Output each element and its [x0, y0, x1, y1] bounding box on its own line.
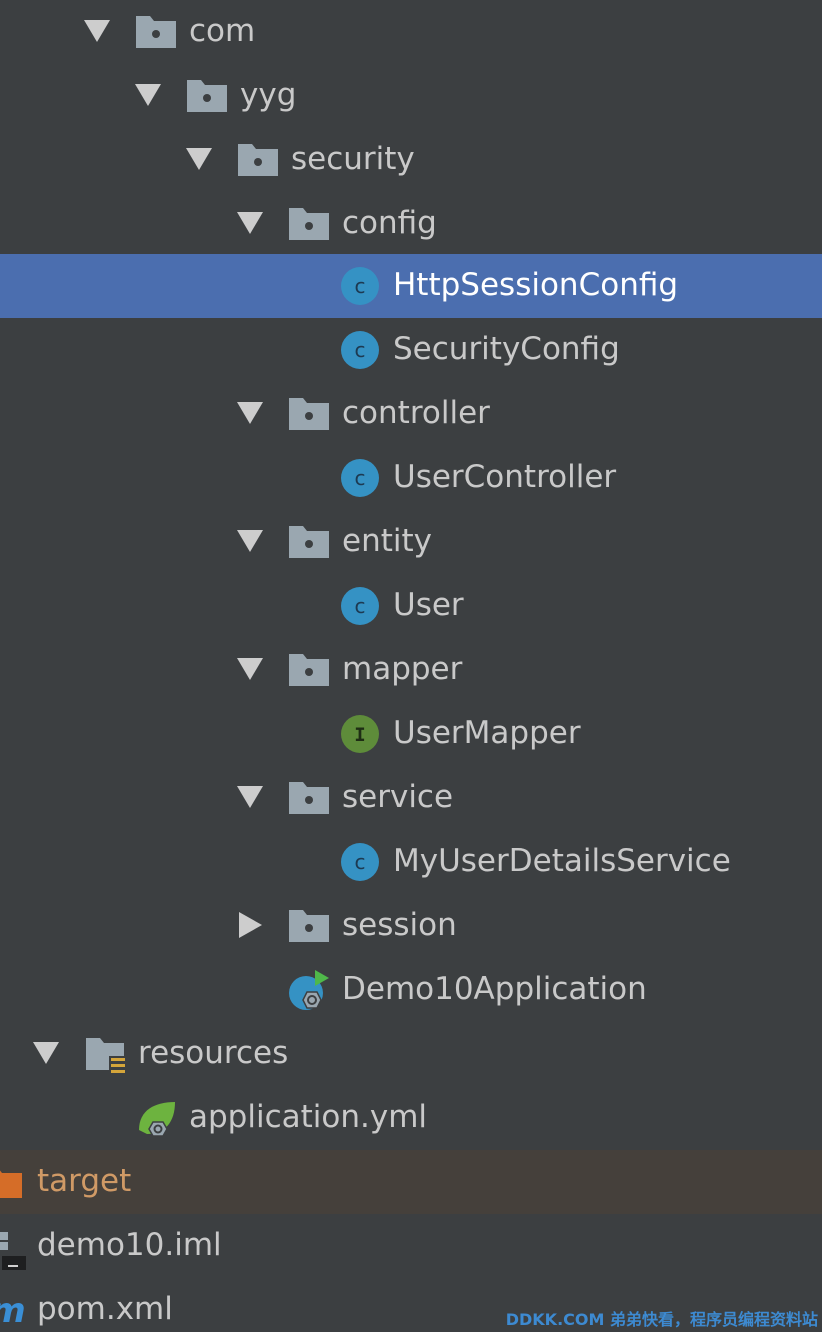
expand-arrow-icon[interactable] [135, 84, 161, 106]
expand-arrow-icon[interactable] [237, 786, 263, 808]
tree-node-demo10-iml[interactable]: demo10.iml [0, 1214, 822, 1278]
spring-boot-application-icon [287, 966, 331, 1014]
expand-arrow-icon[interactable] [237, 212, 263, 234]
tree-node-myuserdetailsservice[interactable]: c MyUserDetailsService [0, 830, 822, 894]
expand-arrow-icon[interactable] [237, 658, 263, 680]
tree-node-label: session [342, 907, 457, 943]
tree-node-label: pom.xml [37, 1291, 173, 1327]
tree-node-label: UserMapper [393, 715, 581, 751]
project-tree: com yyg security config c HttpSessionCon… [0, 0, 822, 1332]
tree-node-mapper[interactable]: mapper [0, 638, 822, 702]
tree-node-security[interactable]: security [0, 128, 822, 192]
expand-arrow-icon[interactable] [33, 1042, 59, 1064]
package-folder-icon [287, 650, 331, 690]
tree-node-securityconfig[interactable]: c SecurityConfig [0, 318, 822, 382]
expand-arrow-icon[interactable] [237, 402, 263, 424]
tree-node-httpsessionconfig[interactable]: c HttpSessionConfig [0, 254, 822, 318]
tree-node-usercontroller[interactable]: c UserController [0, 446, 822, 510]
spring-yml-icon [135, 1094, 179, 1142]
tree-node-resources[interactable]: resources [0, 1022, 822, 1086]
package-folder-icon [287, 906, 331, 946]
tree-node-target[interactable]: target [0, 1150, 822, 1214]
svg-text:c: c [355, 594, 366, 618]
tree-node-label: entity [342, 523, 432, 559]
svg-text:I: I [354, 724, 365, 746]
expand-arrow-icon[interactable] [237, 530, 263, 552]
package-folder-icon [287, 778, 331, 818]
tree-node-label: UserController [393, 459, 617, 495]
tree-node-label: controller [342, 395, 490, 431]
package-folder-icon [236, 140, 280, 180]
tree-node-label: MyUserDetailsService [393, 843, 731, 879]
tree-node-label: application.yml [189, 1099, 428, 1135]
tree-node-application-yml[interactable]: application.yml [0, 1086, 822, 1150]
tree-node-com[interactable]: com [0, 0, 822, 64]
tree-node-label: security [291, 141, 415, 177]
tree-node-service[interactable]: service [0, 766, 822, 830]
package-folder-icon [287, 394, 331, 434]
maven-m-icon: m [0, 1290, 32, 1331]
class-c-icon: c [339, 842, 383, 882]
tree-node-entity[interactable]: entity [0, 510, 822, 574]
class-c-icon: c [339, 458, 383, 498]
watermark-text: DDKK.COM 弟弟快看，程序员编程资料站 [505, 1310, 818, 1329]
tree-node-usermapper[interactable]: I UserMapper [0, 702, 822, 766]
tree-node-session[interactable]: session [0, 894, 822, 958]
collapse-arrow-icon[interactable] [239, 912, 262, 938]
class-c-icon: c [339, 330, 383, 370]
tree-node-demo10application[interactable]: Demo10Application [0, 958, 822, 1022]
resources-folder-icon [84, 1030, 128, 1078]
package-folder-icon [185, 76, 229, 116]
tree-node-label: yyg [240, 77, 297, 113]
svg-text:c: c [355, 850, 366, 874]
tree-node-label: com [189, 13, 256, 49]
tree-node-user[interactable]: c User [0, 574, 822, 638]
tree-node-label: target [37, 1163, 132, 1199]
svg-text:m: m [0, 1291, 26, 1330]
package-folder-icon [287, 522, 331, 562]
svg-text:c: c [355, 466, 366, 490]
class-c-icon: c [339, 266, 383, 306]
tree-node-label: resources [138, 1035, 289, 1071]
iml-module-file-icon [0, 1226, 30, 1270]
class-c-icon: c [339, 586, 383, 626]
tree-node-label: SecurityConfig [393, 331, 620, 367]
tree-node-label: User [393, 587, 464, 623]
tree-node-label: demo10.iml [37, 1227, 222, 1263]
tree-node-controller[interactable]: controller [0, 382, 822, 446]
expand-arrow-icon[interactable] [186, 148, 212, 170]
interface-i-icon: I [339, 714, 383, 754]
tree-node-label: service [342, 779, 454, 815]
tree-node-yyg[interactable]: yyg [0, 64, 822, 128]
package-folder-icon [134, 12, 178, 52]
tree-node-label: config [342, 205, 437, 241]
svg-text:c: c [355, 338, 366, 362]
package-folder-icon [287, 204, 331, 244]
svg-text:c: c [355, 274, 366, 298]
excluded-folder-icon [0, 1162, 26, 1202]
tree-node-label: mapper [342, 651, 463, 687]
tree-node-label: HttpSessionConfig [393, 267, 679, 303]
tree-node-label: Demo10Application [342, 971, 647, 1007]
tree-node-config[interactable]: config [0, 192, 822, 256]
expand-arrow-icon[interactable] [84, 20, 110, 42]
